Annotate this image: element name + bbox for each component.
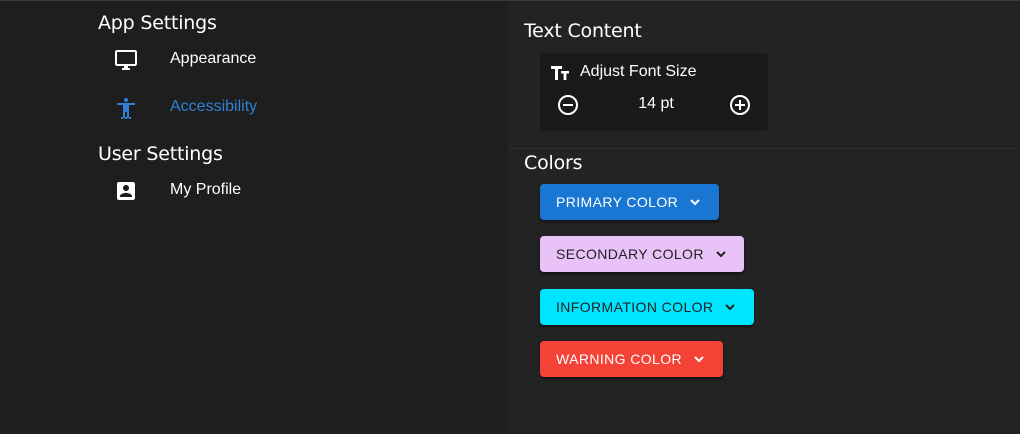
accessibility-icon [114, 96, 138, 120]
chevron-down-icon [714, 247, 728, 261]
plus-circle-icon[interactable] [729, 94, 751, 116]
button-label: SECONDARY COLOR [556, 246, 704, 262]
font-size-card: Adjust Font Size 14 pt [540, 53, 768, 131]
button-label: WARNING COLOR [556, 351, 683, 367]
sidebar-item-label: Appearance [170, 50, 257, 67]
text-content-heading: Text Content [524, 20, 642, 42]
minus-circle-icon[interactable] [557, 94, 579, 116]
user-settings-heading: User Settings [98, 143, 223, 165]
font-size-label: Adjust Font Size [580, 63, 697, 80]
sidebar-item-label: Accessibility [170, 98, 258, 115]
monitor-icon [114, 48, 138, 72]
sidebar-item-appearance[interactable]: Appearance [98, 40, 398, 80]
chevron-down-icon [723, 300, 737, 314]
sidebar-item-label: My Profile [170, 181, 242, 198]
text-size-icon [550, 63, 570, 83]
chevron-down-icon [692, 352, 706, 366]
colors-heading: Colors [524, 152, 583, 174]
section-divider [508, 148, 1020, 149]
primary-color-button[interactable]: PRIMARY COLOR [540, 184, 719, 220]
button-label: PRIMARY COLOR [556, 194, 679, 210]
chevron-down-icon [688, 195, 702, 209]
app-settings-heading: App Settings [98, 12, 217, 34]
button-label: INFORMATION COLOR [556, 299, 714, 315]
settings-main-panel: Text Content Adjust Font Size 14 pt Colo… [508, 1, 1020, 434]
sidebar-item-my-profile[interactable]: My Profile [98, 171, 398, 211]
account-box-icon [114, 179, 138, 203]
font-size-value: 14 pt [638, 95, 674, 112]
sidebar-item-accessibility[interactable]: Accessibility [98, 88, 398, 128]
secondary-color-button[interactable]: SECONDARY COLOR [540, 236, 744, 272]
information-color-button[interactable]: INFORMATION COLOR [540, 289, 754, 325]
warning-color-button[interactable]: WARNING COLOR [540, 341, 723, 377]
settings-sidebar: App Settings Appearance Accessibility Us… [0, 1, 508, 434]
